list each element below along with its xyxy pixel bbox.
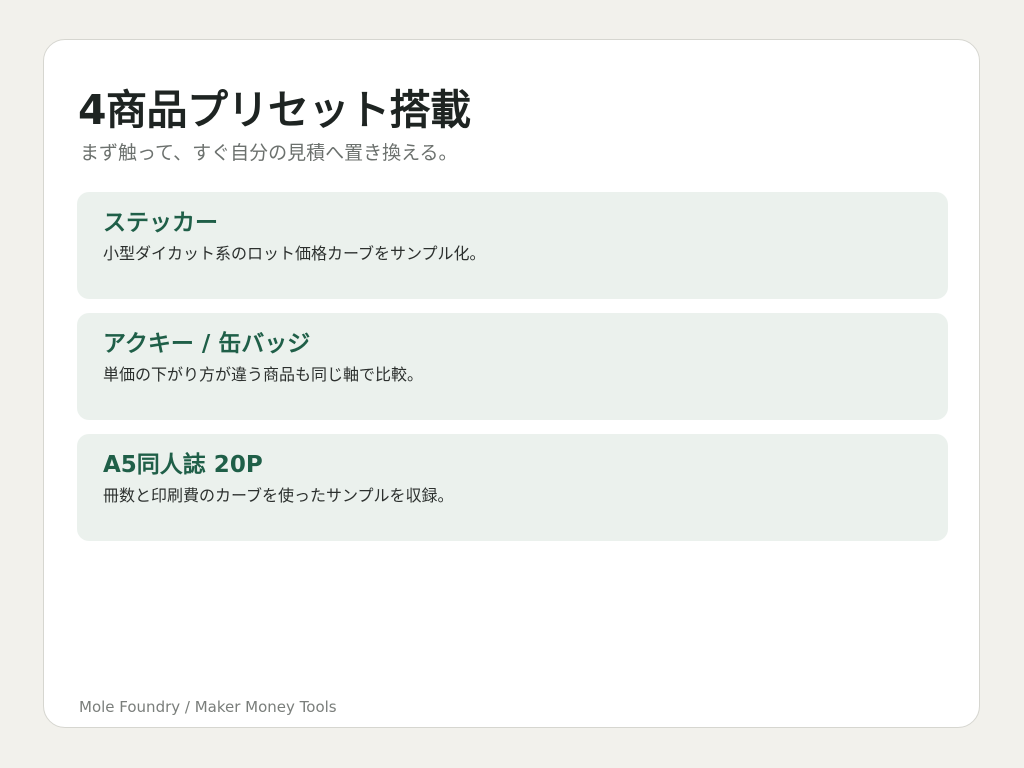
preset-description: 単価の下がり方が違う商品も同じ軸で比較。 <box>103 365 424 384</box>
preset-name: ステッカー <box>103 210 218 236</box>
preset-name: アクキー / 缶バッジ <box>103 331 311 357</box>
preset-item-sticker: ステッカー 小型ダイカット系のロット価格カーブをサンプル化。 <box>77 192 948 299</box>
preset-item-acrylic-keychain-badge: アクキー / 缶バッジ 単価の下がり方が違う商品も同じ軸で比較。 <box>77 313 948 420</box>
preset-list: ステッカー 小型ダイカット系のロット価格カーブをサンプル化。 アクキー / 缶バ… <box>77 192 948 555</box>
page-subtitle: まず触って、すぐ自分の見積へ置き換える。 <box>80 142 458 164</box>
footer-brand: Mole Foundry / Maker Money Tools <box>79 698 337 716</box>
preset-name: A5同人誌 20P <box>103 452 263 478</box>
slide-card: 4商品プリセット搭載 まず触って、すぐ自分の見積へ置き換える。 ステッカー 小型… <box>43 39 980 728</box>
preset-description: 小型ダイカット系のロット価格カーブをサンプル化。 <box>103 244 486 263</box>
preset-item-a5-doujinshi: A5同人誌 20P 冊数と印刷費のカーブを使ったサンプルを収録。 <box>77 434 948 541</box>
preset-description: 冊数と印刷費のカーブを使ったサンプルを収録。 <box>103 486 454 505</box>
page-title: 4商品プリセット搭載 <box>78 86 471 134</box>
